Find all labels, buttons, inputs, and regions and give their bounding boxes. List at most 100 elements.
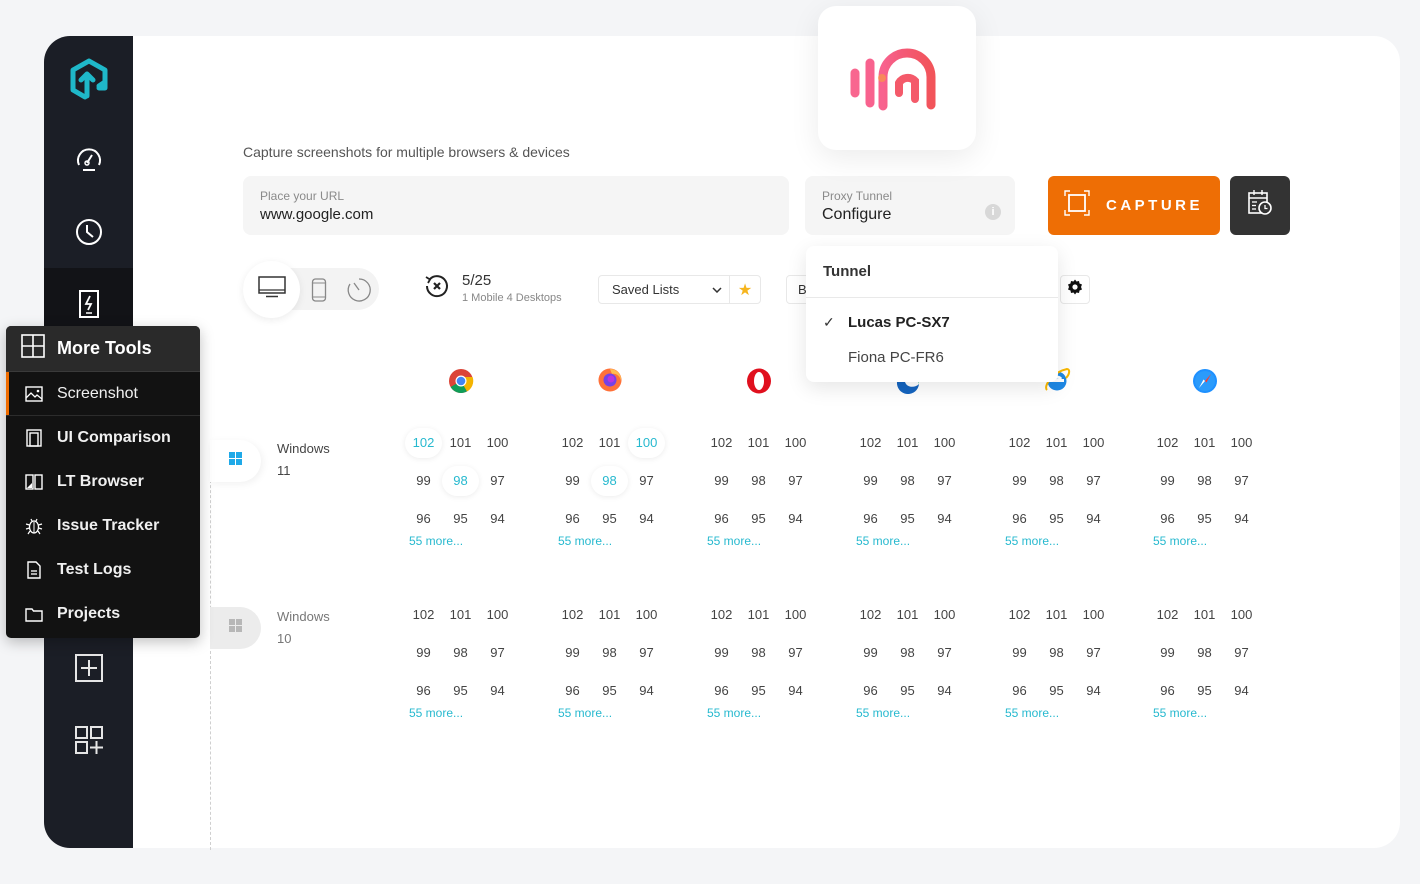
version-option[interactable]: 101 <box>1038 600 1075 630</box>
version-option[interactable]: 101 <box>442 600 479 630</box>
version-option[interactable]: 97 <box>926 466 963 496</box>
version-option[interactable]: 99 <box>1149 466 1186 496</box>
more-versions-link[interactable]: 55 more... <box>1001 706 1116 720</box>
more-versions-link[interactable]: 55 more... <box>852 534 967 548</box>
version-option[interactable]: 102 <box>405 600 442 630</box>
version-option[interactable]: 101 <box>889 428 926 458</box>
capture-button[interactable]: CAPTURE <box>1048 176 1220 235</box>
version-option[interactable]: 100 <box>1223 600 1260 630</box>
version-option[interactable]: 94 <box>777 504 814 534</box>
version-option[interactable]: 94 <box>479 676 516 706</box>
version-option[interactable]: 97 <box>777 466 814 496</box>
version-option[interactable]: 101 <box>591 600 628 630</box>
version-option[interactable]: 102 <box>1149 600 1186 630</box>
version-option[interactable]: 101 <box>591 428 628 458</box>
version-option[interactable]: 99 <box>554 466 591 496</box>
version-option[interactable]: 102 <box>554 600 591 630</box>
version-option[interactable]: 94 <box>777 676 814 706</box>
version-option[interactable]: 100 <box>628 428 665 458</box>
version-option[interactable]: 97 <box>777 638 814 668</box>
version-option[interactable]: 96 <box>703 676 740 706</box>
version-option[interactable]: 98 <box>889 466 926 496</box>
version-option[interactable]: 97 <box>628 466 665 496</box>
version-option[interactable]: 100 <box>926 600 963 630</box>
version-option[interactable]: 102 <box>405 428 442 458</box>
version-option[interactable]: 98 <box>442 638 479 668</box>
version-option[interactable]: 100 <box>479 600 516 630</box>
windows-11-toggle[interactable] <box>210 440 261 482</box>
dashboard-icon[interactable] <box>44 123 133 195</box>
version-option[interactable]: 101 <box>740 428 777 458</box>
version-option[interactable]: 99 <box>852 638 889 668</box>
version-option[interactable]: 95 <box>442 504 479 534</box>
saved-lists-dropdown[interactable]: Saved Lists ★ <box>598 275 761 304</box>
menu-item-screenshot[interactable]: Screenshot <box>6 372 200 416</box>
version-option[interactable]: 95 <box>1038 676 1075 706</box>
version-option[interactable]: 96 <box>1001 504 1038 534</box>
schedule-button[interactable] <box>1230 176 1290 235</box>
version-option[interactable]: 94 <box>1223 504 1260 534</box>
version-option[interactable]: 94 <box>926 676 963 706</box>
version-option[interactable]: 102 <box>1149 428 1186 458</box>
version-option[interactable]: 96 <box>405 676 442 706</box>
version-option[interactable]: 100 <box>1075 600 1112 630</box>
add-icon[interactable] <box>44 632 133 704</box>
version-option[interactable]: 101 <box>1038 428 1075 458</box>
menu-item-projects[interactable]: Projects <box>6 592 200 636</box>
version-option[interactable]: 97 <box>479 638 516 668</box>
version-option[interactable]: 101 <box>442 428 479 458</box>
version-option[interactable]: 96 <box>703 504 740 534</box>
more-versions-link[interactable]: 55 more... <box>554 534 669 548</box>
version-option[interactable]: 102 <box>703 600 740 630</box>
version-option[interactable]: 100 <box>628 600 665 630</box>
more-versions-link[interactable]: 55 more... <box>703 706 818 720</box>
version-option[interactable]: 97 <box>926 638 963 668</box>
version-option[interactable]: 94 <box>1075 676 1112 706</box>
version-option[interactable]: 97 <box>1075 638 1112 668</box>
version-option[interactable]: 102 <box>703 428 740 458</box>
version-option[interactable]: 95 <box>889 676 926 706</box>
version-option[interactable]: 98 <box>442 466 479 496</box>
version-option[interactable]: 96 <box>1149 676 1186 706</box>
version-option[interactable]: 95 <box>591 676 628 706</box>
version-option[interactable]: 98 <box>1186 466 1223 496</box>
version-option[interactable]: 99 <box>703 466 740 496</box>
version-option[interactable]: 99 <box>852 466 889 496</box>
version-option[interactable]: 94 <box>628 676 665 706</box>
version-option[interactable]: 99 <box>554 638 591 668</box>
version-option[interactable]: 100 <box>1223 428 1260 458</box>
version-option[interactable]: 95 <box>1038 504 1075 534</box>
version-option[interactable]: 98 <box>1038 466 1075 496</box>
version-option[interactable]: 95 <box>442 676 479 706</box>
version-option[interactable]: 97 <box>479 466 516 496</box>
version-option[interactable]: 98 <box>740 638 777 668</box>
version-option[interactable]: 94 <box>926 504 963 534</box>
version-option[interactable]: 95 <box>1186 676 1223 706</box>
menu-item-lt-browser[interactable]: LT Browser <box>6 460 200 504</box>
tunnel-option[interactable]: Fiona PC-FR6 <box>806 340 1058 375</box>
version-option[interactable]: 101 <box>1186 428 1223 458</box>
history-icon[interactable] <box>44 196 133 268</box>
star-icon[interactable]: ★ <box>729 276 760 303</box>
version-option[interactable]: 102 <box>852 428 889 458</box>
windows-10-toggle[interactable] <box>210 607 261 649</box>
version-option[interactable]: 94 <box>1075 504 1112 534</box>
version-option[interactable]: 99 <box>405 638 442 668</box>
version-option[interactable]: 101 <box>740 600 777 630</box>
version-option[interactable]: 99 <box>1001 638 1038 668</box>
version-option[interactable]: 98 <box>1038 638 1075 668</box>
more-versions-link[interactable]: 55 more... <box>1149 534 1264 548</box>
version-option[interactable]: 98 <box>591 466 628 496</box>
more-versions-link[interactable]: 55 more... <box>405 706 520 720</box>
version-option[interactable]: 95 <box>740 504 777 534</box>
version-option[interactable]: 99 <box>1149 638 1186 668</box>
version-option[interactable]: 94 <box>1223 676 1260 706</box>
version-option[interactable]: 97 <box>1223 466 1260 496</box>
more-versions-link[interactable]: 55 more... <box>1001 534 1116 548</box>
logo-icon[interactable] <box>44 44 133 116</box>
version-option[interactable]: 102 <box>852 600 889 630</box>
version-option[interactable]: 94 <box>479 504 516 534</box>
version-option[interactable]: 97 <box>628 638 665 668</box>
version-option[interactable]: 94 <box>628 504 665 534</box>
url-input-value[interactable]: www.google.com <box>260 206 772 223</box>
